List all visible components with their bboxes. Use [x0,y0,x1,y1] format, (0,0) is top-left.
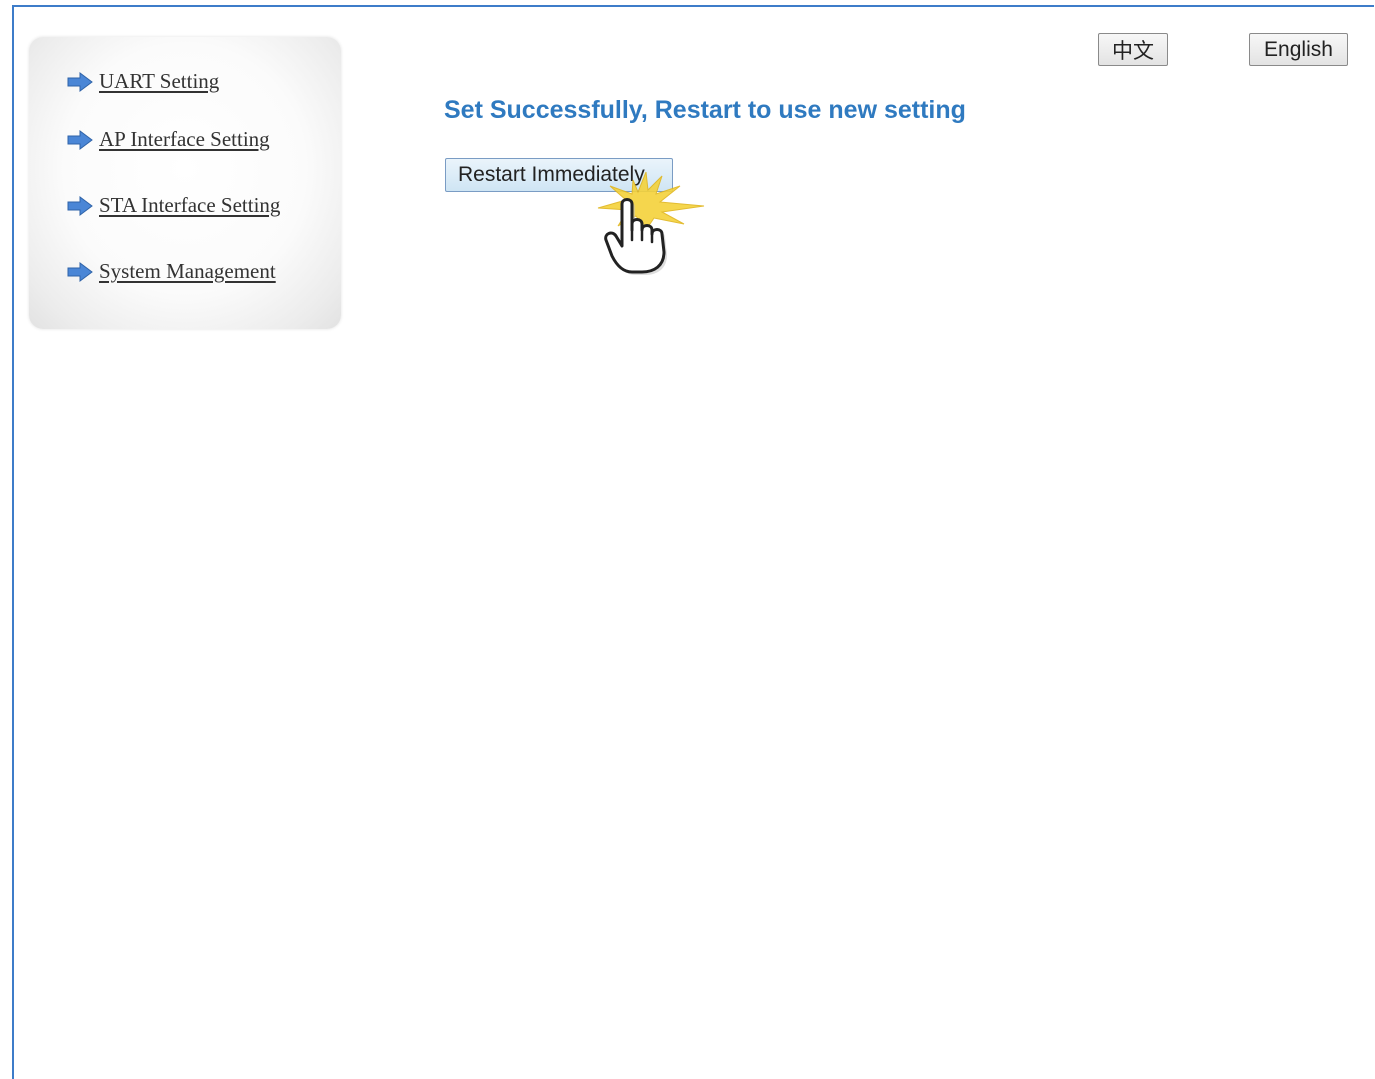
language-english-button[interactable]: English [1249,33,1348,66]
arrow-right-icon [67,71,93,92]
sidebar-item-label[interactable]: System Management [99,259,276,284]
sidebar-item-label[interactable]: STA Interface Setting [99,193,280,218]
sidebar-menu: UART Setting AP Interface Setting STA In… [29,37,341,329]
language-chinese-button[interactable]: 中文 [1098,33,1168,66]
arrow-right-icon [67,261,93,282]
sidebar-item-system-management[interactable]: System Management [67,259,276,284]
sidebar-item-sta-interface-setting[interactable]: STA Interface Setting [67,193,280,218]
sidebar-item-label[interactable]: AP Interface Setting [99,127,270,152]
status-message: Set Successfully, Restart to use new set… [444,96,966,124]
sidebar-item-uart-setting[interactable]: UART Setting [67,69,219,94]
sidebar-item-label[interactable]: UART Setting [99,69,219,94]
arrow-right-icon [67,129,93,150]
hand-pointer-click-icon [597,171,705,275]
sidebar-item-ap-interface-setting[interactable]: AP Interface Setting [67,127,270,152]
arrow-right-icon [67,195,93,216]
